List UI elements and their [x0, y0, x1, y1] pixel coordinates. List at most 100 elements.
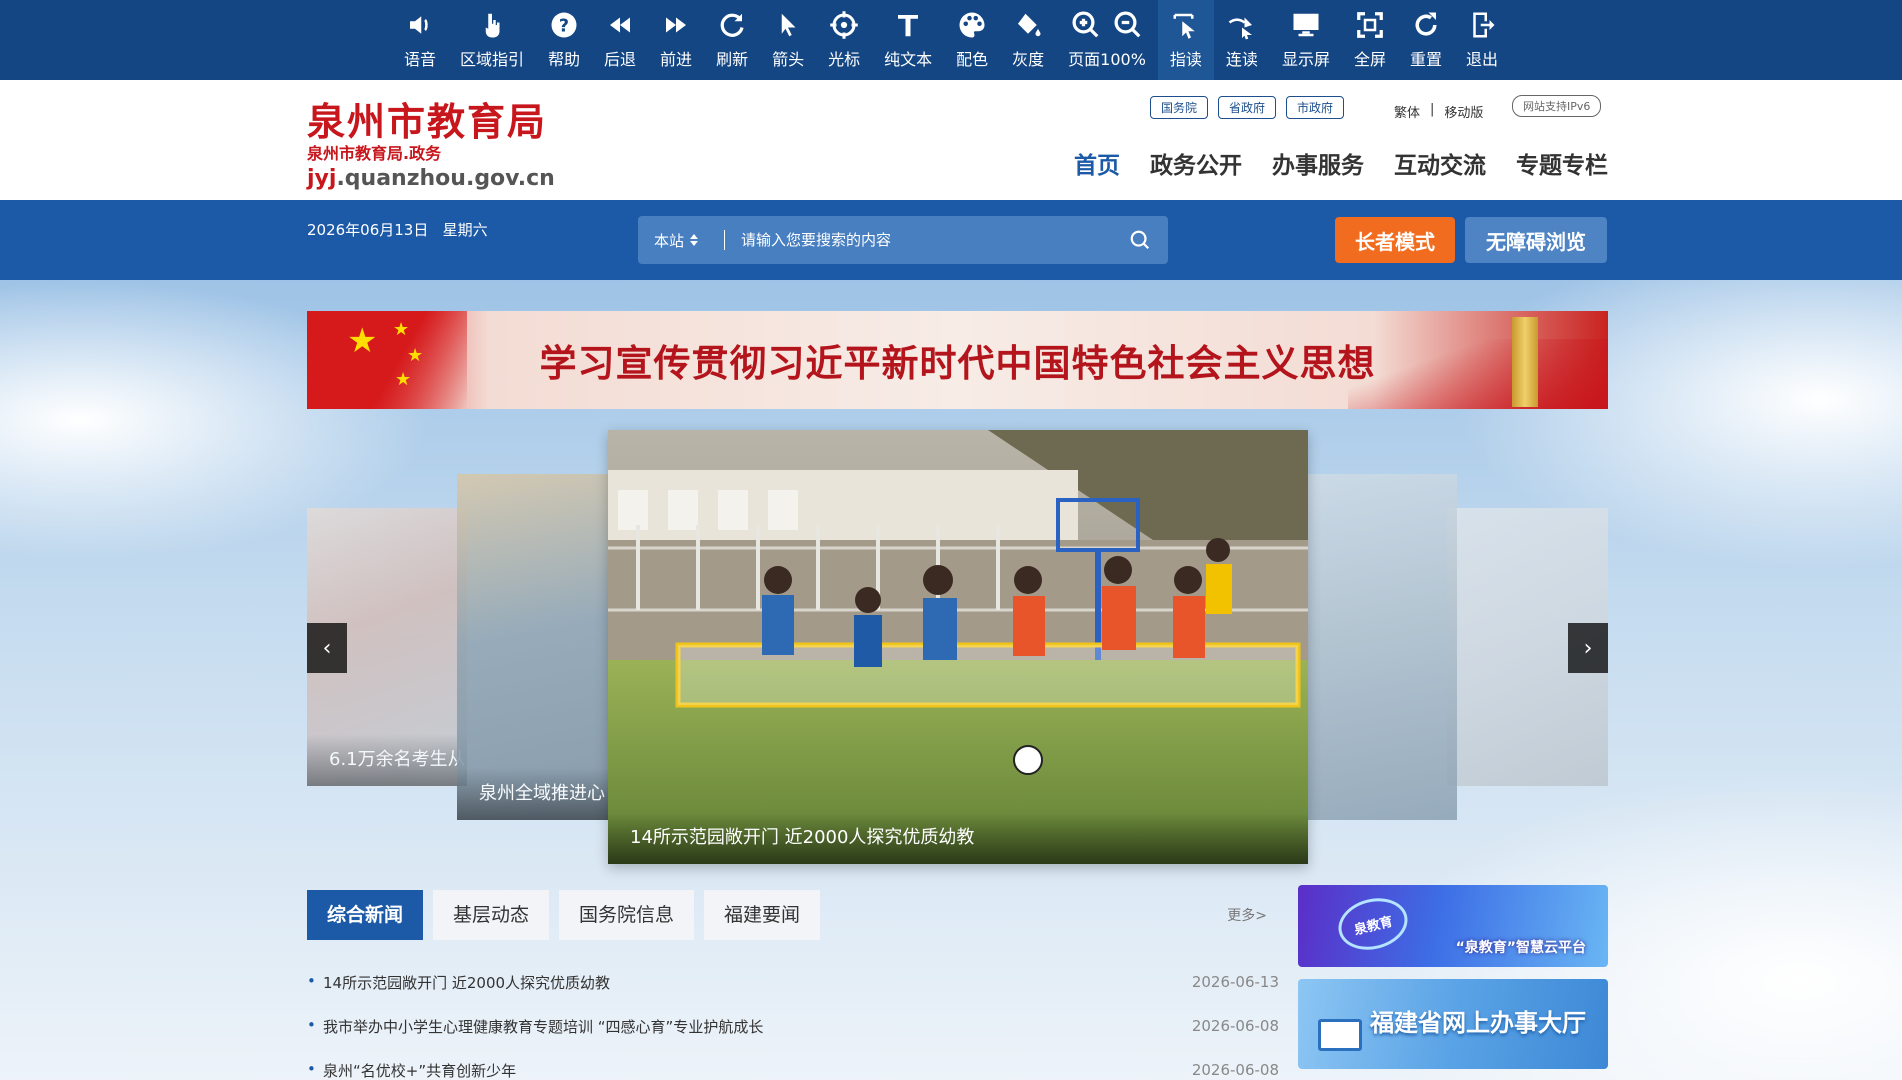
tab-state-council-info[interactable]: 国务院信息 — [559, 890, 695, 940]
toolbar-zoom[interactable]: 页面100% — [1056, 0, 1158, 80]
weekday-value: 星期六 — [442, 221, 488, 239]
nav-services[interactable]: 办事服务 — [1272, 146, 1364, 180]
nav-special-topics[interactable]: 专题专栏 — [1516, 146, 1608, 180]
toolbar-refresh[interactable]: 刷新 — [704, 0, 760, 80]
continuous-read-icon — [1228, 17, 1252, 40]
carousel-slide-right[interactable] — [1307, 474, 1457, 820]
tab-general-news[interactable]: 综合新闻 — [307, 890, 424, 940]
svg-text:?: ? — [559, 16, 569, 36]
search-scope-select[interactable]: 本站 — [638, 230, 724, 251]
search-button[interactable] — [1112, 229, 1168, 251]
news-date: 2026-06-08 — [1191, 1061, 1279, 1079]
carousel-prev-button[interactable]: ‹ — [307, 623, 347, 673]
monitor-icon — [1318, 1019, 1362, 1051]
carousel-slide-active[interactable]: 14所示范园敞开门 近2000人探究优质幼教 — [608, 430, 1308, 864]
toolbar-help[interactable]: ? 帮助 — [536, 0, 592, 80]
nav-home[interactable]: 首页 — [1074, 146, 1120, 180]
site-header: 泉州市教育局 泉州市教育局.政务 jyj.quanzhou.gov.cn 国务院… — [0, 80, 1902, 200]
toolbar-label: 页面100% — [1068, 50, 1146, 69]
promo-badge: 泉教育 — [1332, 891, 1414, 957]
logo-domain-prefix: jyj — [307, 166, 337, 191]
more-link[interactable]: 更多> — [1227, 905, 1267, 925]
news-tabs: 综合新闻 基层动态 国务院信息 福建要闻 更多> — [307, 890, 1279, 940]
toolbar-label: 连读 — [1225, 50, 1258, 69]
toolbar-grayscale[interactable]: 灰度 — [1000, 0, 1056, 80]
mobile-version-link[interactable]: 移动版 — [1444, 102, 1483, 121]
help-icon: ? — [551, 12, 577, 38]
zoom-out-icon[interactable] — [1113, 10, 1143, 40]
promo-online-service-hall[interactable]: 福建省网上办事大厅 — [1298, 979, 1608, 1069]
news-date: 2026-06-08 — [1191, 1017, 1279, 1035]
logo-subtitle: 泉州市教育局.政务 — [307, 144, 442, 163]
toolbar-plain-text[interactable]: 纯文本 — [872, 0, 944, 80]
toolbar-fullscreen[interactable]: 全屏 — [1342, 0, 1398, 80]
traditional-chinese-link[interactable]: 繁体 — [1394, 102, 1420, 121]
link-separator: | — [1430, 102, 1435, 117]
search-band: 2026年06月13日 星期六 本站 长者模式 无障碍浏览 — [0, 200, 1902, 280]
paint-bucket-icon — [1018, 13, 1041, 37]
palette-icon — [959, 12, 985, 38]
toolbar-region-guide[interactable]: 区域指引 — [448, 0, 536, 80]
news-title[interactable]: 我市举办中小学生心理健康教育专题培训 “四感心育”专业护航成长 — [307, 1016, 763, 1037]
toolbar-label: 区域指引 — [460, 50, 525, 69]
toolbar-label: 光标 — [828, 50, 861, 69]
search-box: 本站 — [638, 216, 1168, 264]
theme-banner[interactable]: ★ ★ ★ ★ 学习宣传贯彻习近平新时代中国特色社会主义思想 — [307, 311, 1608, 409]
banner-text: 学习宣传贯彻习近平新时代中国特色社会主义思想 — [539, 341, 1376, 385]
search-icon — [1130, 230, 1150, 250]
site-logo[interactable]: 泉州市教育局 泉州市教育局.政务 jyj.quanzhou.gov.cn — [307, 100, 555, 194]
carousel-next-button[interactable]: › — [1568, 623, 1608, 673]
nav-interaction[interactable]: 互动交流 — [1394, 146, 1486, 180]
zoom-in-icon[interactable] — [1071, 10, 1101, 40]
news-list: 14所示范园敞开门 近2000人探究优质幼教 2026-06-13 我市举办中小… — [307, 960, 1279, 1080]
news-item: 我市举办中小学生心理健康教育专题培训 “四感心育”专业护航成长 2026-06-… — [307, 1004, 1279, 1048]
toolbar-forward[interactable]: 前进 — [648, 0, 704, 80]
toolbar-arrow[interactable]: 箭头 — [760, 0, 816, 80]
accessibility-toolbar: 语音 区域指引 ? 帮助 后退 前进 刷新 箭头 光标 纯文本 配色 灰度 页面… — [0, 0, 1902, 80]
toolbar-label: 语音 — [403, 50, 436, 69]
toolbar-label: 纯文本 — [884, 50, 933, 69]
zoom-controls — [1071, 10, 1143, 46]
toolbar-label: 帮助 — [548, 50, 581, 69]
promo-smart-cloud[interactable]: 泉教育 “泉教育”智慧云平台 — [1298, 885, 1608, 967]
toolbar-continuous-read[interactable]: 连读 — [1214, 0, 1270, 80]
tab-local-news[interactable]: 基层动态 — [433, 890, 550, 940]
arrow-cursor-icon — [781, 13, 796, 37]
logo-domain: jyj.quanzhou.gov.cn — [307, 164, 555, 194]
speaker-icon — [409, 16, 428, 34]
news-item: 泉州“名优校+”共育创新少年 2026-06-08 — [307, 1048, 1279, 1080]
toolbar-display[interactable]: 显示屏 — [1270, 0, 1342, 80]
gov-link-state-council[interactable]: 国务院 — [1150, 96, 1209, 119]
news-title[interactable]: 14所示范园敞开门 近2000人探究优质幼教 — [307, 972, 610, 993]
gov-link-city[interactable]: 市政府 — [1286, 96, 1345, 119]
gov-link-province[interactable]: 省政府 — [1218, 96, 1277, 119]
fullscreen-icon — [1357, 12, 1383, 38]
date-value: 2026年06月13日 — [307, 221, 429, 239]
elder-mode-button[interactable]: 长者模式 — [1335, 217, 1455, 263]
slide-caption: 6.1万余名考生从 — [307, 734, 467, 786]
toolbar-color[interactable]: 配色 — [944, 0, 1000, 80]
toolbar-label: 全屏 — [1353, 50, 1386, 69]
toolbar-label: 指读 — [1169, 50, 1202, 69]
toolbar-label: 刷新 — [716, 50, 749, 69]
nav-gov-affairs[interactable]: 政务公开 — [1150, 146, 1242, 180]
toolbar-cursor[interactable]: 光标 — [816, 0, 872, 80]
reset-icon — [1415, 12, 1437, 36]
news-carousel: 6.1万余名考生从 泉州全域推进心 14所示范园敞开门 近2000人探究优质幼教… — [307, 428, 1608, 866]
toolbar-voice[interactable]: 语音 — [392, 0, 448, 80]
current-date: 2026年06月13日 星期六 — [307, 219, 488, 240]
toolbar-reset[interactable]: 重置 — [1398, 0, 1454, 80]
accessible-browsing-button[interactable]: 无障碍浏览 — [1465, 217, 1607, 263]
search-input[interactable] — [741, 231, 1112, 249]
point-read-icon — [1173, 13, 1195, 39]
toolbar-label: 前进 — [660, 50, 693, 69]
search-divider — [724, 230, 725, 250]
toolbar-back[interactable]: 后退 — [592, 0, 648, 80]
toolbar-point-read[interactable]: 指读 — [1157, 0, 1214, 80]
toolbar-label: 箭头 — [772, 50, 805, 69]
news-title[interactable]: 泉州“名优校+”共育创新少年 — [307, 1060, 516, 1080]
toolbar-label: 重置 — [1409, 50, 1442, 69]
tab-fujian-news[interactable]: 福建要闻 — [704, 890, 821, 940]
top-links: 繁体 | 移动版 — [1394, 102, 1483, 121]
toolbar-exit[interactable]: 退出 — [1454, 0, 1510, 80]
